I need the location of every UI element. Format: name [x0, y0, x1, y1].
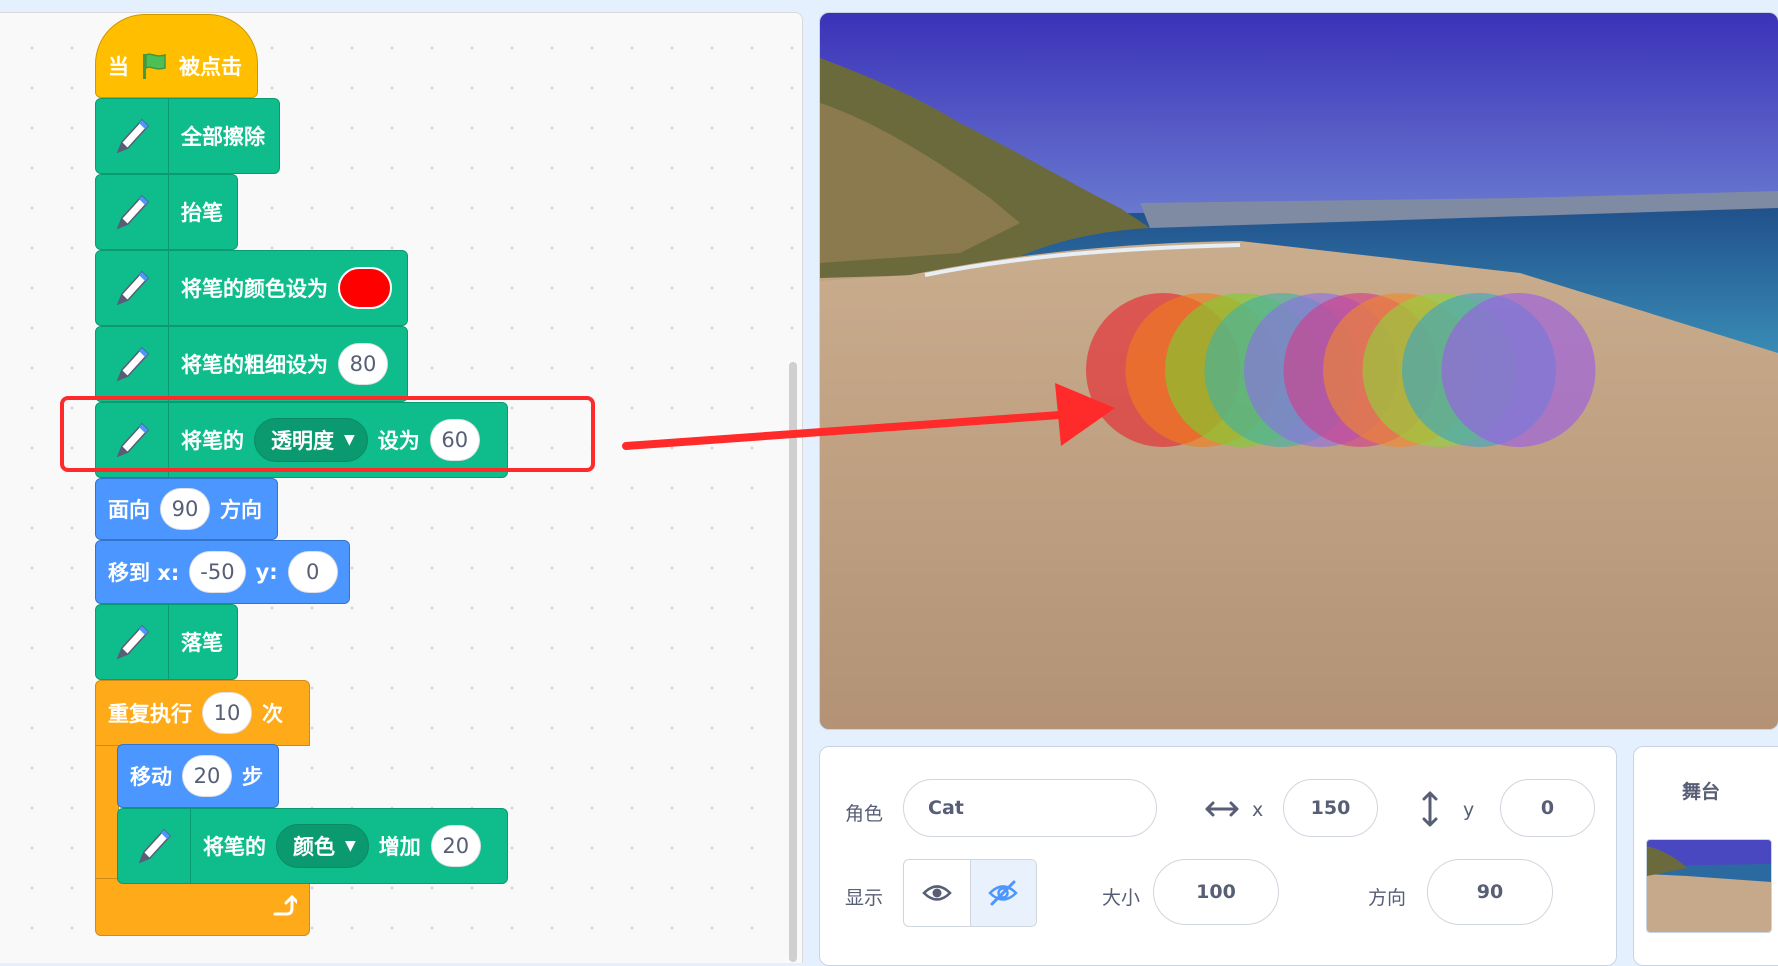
stage-selector-panel[interactable]: 舞台 [1633, 746, 1778, 966]
pen-icon [118, 809, 191, 883]
eye-icon [921, 885, 952, 901]
pen-icon [96, 251, 169, 325]
move-steps-input[interactable]: 20 [182, 755, 232, 797]
pen-color-swatch[interactable] [338, 267, 392, 309]
sprite-direction-value: 90 [1476, 881, 1504, 903]
show-toggle-group [903, 859, 1037, 927]
stage-label: 舞台 [1682, 781, 1721, 803]
move-post-label: 步 [242, 765, 263, 789]
repeat-post-label: 次 [262, 702, 283, 726]
go-to-xy-block[interactable]: 移到 x: -50 y: 0 [95, 540, 350, 604]
when-flag-post-label: 被点击 [179, 55, 242, 79]
point-direction-block[interactable]: 面向 90 方向 [95, 478, 278, 540]
y-input[interactable]: 0 [287, 551, 338, 593]
point-direction-post-label: 方向 [220, 498, 262, 522]
pen-trail-circle [1441, 293, 1596, 447]
pen-up-label: 抬笔 [181, 201, 223, 225]
chevron-down-icon: ▼ [345, 838, 356, 854]
repeat-pre-label: 重复执行 [108, 702, 192, 726]
horizontal-arrows-icon [1205, 801, 1239, 817]
y-label: y [1463, 799, 1475, 821]
pen-color-param-value: 颜色 [293, 835, 335, 859]
go-to-y-label: y: [255, 560, 278, 584]
sprite-info-panel: 角色 Cat x 150 y 0 显示 大小 100 方向 90 [819, 746, 1617, 966]
change-pen-color-mid-label: 增加 [378, 835, 421, 859]
eye-slash-icon [988, 880, 1019, 906]
x-label: x [1252, 799, 1264, 821]
repeat-arrow-icon [273, 894, 297, 916]
pen-color-param-dropdown[interactable]: 颜色 ▼ [276, 824, 369, 868]
pen-icon [96, 605, 169, 679]
repeat-block-footer[interactable] [95, 878, 310, 936]
change-pen-color-block[interactable]: 将笔的 颜色 ▼ 增加 20 [117, 808, 508, 884]
pen-size-input[interactable]: 80 [338, 343, 388, 385]
direction-input[interactable]: 90 [160, 488, 210, 530]
sprite-size-value: 100 [1196, 881, 1236, 903]
sprite-y-value: 0 [1540, 797, 1555, 819]
pen-up-block[interactable]: 抬笔 [95, 174, 238, 250]
show-hidden-button[interactable] [970, 860, 1036, 926]
green-flag-icon [143, 53, 166, 79]
when-flag-clicked-block[interactable]: 当 被点击 [95, 14, 258, 98]
sprite-label: 角色 [845, 803, 884, 825]
code-area-scrollbar[interactable] [789, 362, 797, 962]
pen-clear-label: 全部擦除 [181, 125, 265, 149]
sprite-x-value: 150 [1310, 797, 1351, 819]
move-steps-block[interactable]: 移动 20 步 [117, 744, 279, 808]
set-pen-color-label: 将笔的颜色设为 [181, 277, 328, 301]
change-amount-input[interactable]: 20 [430, 825, 481, 867]
show-visible-button[interactable] [904, 860, 971, 926]
size-label: 大小 [1102, 887, 1141, 909]
sprite-direction-input[interactable]: 90 [1427, 859, 1553, 925]
pen-down-block[interactable]: 落笔 [95, 604, 238, 680]
repeat-block[interactable]: 重复执行 10 次 [95, 680, 310, 746]
sprite-name-input[interactable]: Cat [903, 779, 1157, 837]
sprite-size-input[interactable]: 100 [1153, 859, 1279, 925]
show-label: 显示 [845, 887, 884, 909]
pen-clear-block[interactable]: 全部擦除 [95, 98, 280, 174]
pen-icon [96, 175, 169, 249]
go-to-x-label: 移到 x: [108, 561, 180, 585]
set-pen-size-label: 将笔的粗细设为 [181, 353, 328, 377]
sprite-name-value: Cat [928, 797, 964, 819]
stage-backdrop-thumbnail[interactable] [1646, 839, 1772, 933]
change-pen-color-pre-label: 将笔的 [203, 835, 266, 859]
repeat-count-input[interactable]: 10 [202, 692, 252, 734]
when-flag-pre-label: 当 [108, 55, 129, 79]
stage-canvas[interactable] [819, 12, 1778, 730]
vertical-arrows-icon [1422, 791, 1438, 827]
highlight-box [60, 396, 595, 472]
pen-icon [96, 327, 169, 401]
x-input[interactable]: -50 [189, 551, 246, 593]
pen-down-label: 落笔 [181, 631, 223, 655]
pen-trail [1086, 293, 1596, 447]
sprite-y-input[interactable]: 0 [1500, 779, 1595, 837]
sprite-x-input[interactable]: 150 [1283, 779, 1378, 837]
set-pen-size-block[interactable]: 将笔的粗细设为 80 [95, 326, 408, 402]
direction-label: 方向 [1368, 887, 1407, 909]
pen-icon [96, 99, 169, 173]
set-pen-color-block[interactable]: 将笔的颜色设为 [95, 250, 408, 326]
move-pre-label: 移动 [130, 765, 172, 789]
point-direction-pre-label: 面向 [108, 498, 150, 522]
